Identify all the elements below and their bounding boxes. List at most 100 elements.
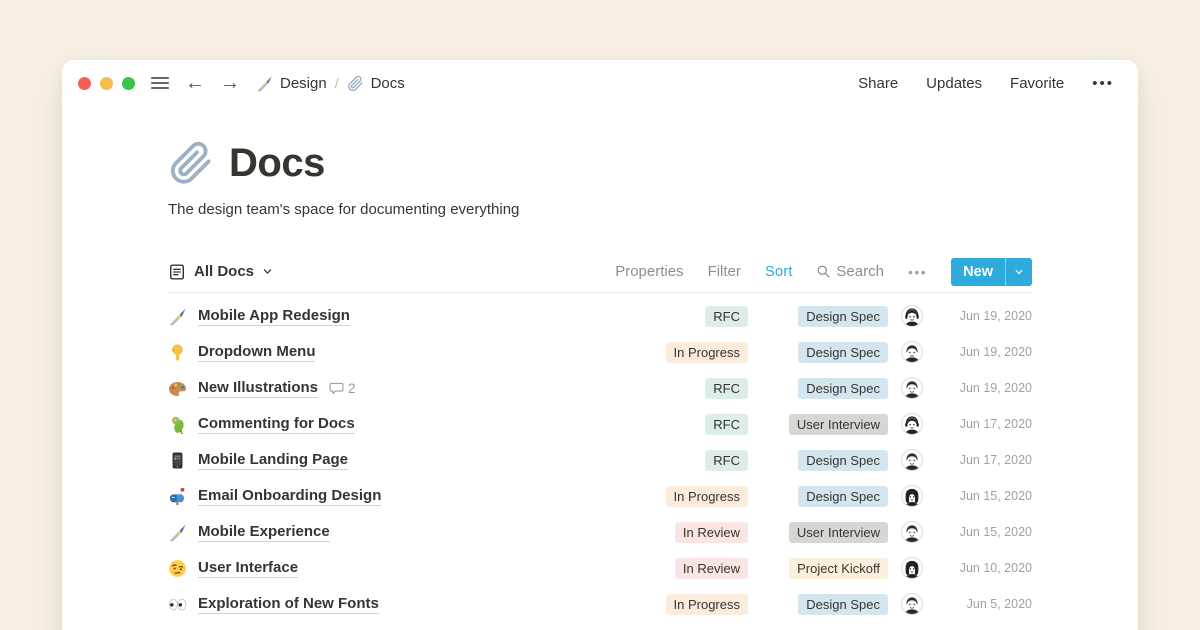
- avatar: [901, 413, 923, 435]
- status-badge[interactable]: RFC: [705, 414, 748, 435]
- docs-table: Mobile App Redesign RFC Design Spec Jun …: [168, 298, 1032, 622]
- doc-type-badge[interactable]: Design Spec: [798, 486, 888, 507]
- table-row[interactable]: Exploration of New Fonts In Progress Des…: [168, 586, 1032, 622]
- paintbrush-icon: [256, 75, 273, 92]
- doc-date: Jun 15, 2020: [936, 525, 1032, 539]
- doc-emoji-icon: [168, 307, 187, 326]
- table-row[interactable]: Mobile Experience In Review User Intervi…: [168, 514, 1032, 550]
- doc-title-link[interactable]: Mobile App Redesign: [198, 307, 350, 326]
- doc-title-link[interactable]: New Illustrations: [198, 379, 318, 398]
- avatar: [901, 593, 923, 615]
- table-row[interactable]: New Illustrations 2 RFC Design Spec Jun …: [168, 370, 1032, 406]
- doc-title-link[interactable]: Exploration of New Fonts: [198, 595, 379, 614]
- table-row[interactable]: User Interface In Review Project Kickoff…: [168, 550, 1032, 586]
- doc-date: Jun 19, 2020: [936, 309, 1032, 323]
- updates-button[interactable]: Updates: [926, 75, 982, 92]
- status-badge[interactable]: In Review: [675, 558, 748, 579]
- avatar: [901, 557, 923, 579]
- doc-emoji-icon: [168, 487, 187, 506]
- status-badge[interactable]: RFC: [705, 378, 748, 399]
- avatar: [901, 377, 923, 399]
- view-selector-label: All Docs: [194, 263, 254, 280]
- comment-count[interactable]: 2: [329, 381, 356, 396]
- avatar: [901, 485, 923, 507]
- search-button[interactable]: Search: [816, 263, 884, 280]
- breadcrumb-separator: /: [335, 75, 339, 91]
- breadcrumb-label: Docs: [371, 75, 405, 92]
- doc-emoji-icon: [168, 523, 187, 542]
- avatar: [901, 341, 923, 363]
- table-row[interactable]: Mobile Landing Page RFC Design Spec Jun …: [168, 442, 1032, 478]
- share-button[interactable]: Share: [858, 75, 898, 92]
- chevron-down-icon: [1014, 267, 1024, 277]
- doc-title-link[interactable]: Dropdown Menu: [198, 343, 315, 362]
- avatar: [901, 449, 923, 471]
- comment-count-value: 2: [348, 381, 356, 396]
- doc-date: Jun 17, 2020: [936, 417, 1032, 431]
- doc-date: Jun 5, 2020: [936, 597, 1032, 611]
- paperclip-icon: [347, 75, 364, 92]
- status-badge[interactable]: In Progress: [666, 486, 748, 507]
- doc-emoji-icon: [168, 595, 187, 614]
- doc-date: Jun 19, 2020: [936, 345, 1032, 359]
- sort-button[interactable]: Sort: [765, 263, 793, 280]
- sidebar-menu-button[interactable]: [150, 73, 170, 93]
- doc-type-badge[interactable]: Design Spec: [798, 306, 888, 327]
- doc-type-badge[interactable]: Design Spec: [798, 594, 888, 615]
- doc-type-badge[interactable]: Design Spec: [798, 378, 888, 399]
- table-row[interactable]: Email Onboarding Design In Progress Desi…: [168, 478, 1032, 514]
- status-badge[interactable]: In Review: [675, 522, 748, 543]
- status-badge[interactable]: In Progress: [666, 594, 748, 615]
- doc-title-link[interactable]: Commenting for Docs: [198, 415, 355, 434]
- status-badge[interactable]: RFC: [705, 450, 748, 471]
- forward-button[interactable]: →: [220, 73, 240, 93]
- doc-date: Jun 17, 2020: [936, 453, 1032, 467]
- doc-type-badge[interactable]: User Interview: [789, 522, 888, 543]
- more-options-button[interactable]: •••: [1092, 75, 1114, 92]
- doc-title-link[interactable]: Mobile Landing Page: [198, 451, 348, 470]
- new-button-label: New: [951, 258, 1005, 286]
- doc-type-badge[interactable]: Design Spec: [798, 342, 888, 363]
- doc-title-link[interactable]: Email Onboarding Design: [198, 487, 381, 506]
- titlebar: ← → Design / Docs Share Updates Favorite…: [62, 60, 1138, 106]
- doc-type-badge[interactable]: Project Kickoff: [789, 558, 888, 579]
- view-toolbar: All Docs Properties Filter Sort Search •…: [168, 251, 1032, 293]
- view-more-button[interactable]: •••: [908, 264, 927, 280]
- doc-emoji-icon: [168, 451, 187, 470]
- breadcrumb-item-docs[interactable]: Docs: [347, 75, 405, 92]
- minimize-window-button[interactable]: [100, 77, 113, 90]
- doc-title-link[interactable]: User Interface: [198, 559, 298, 578]
- new-button-dropdown[interactable]: [1006, 258, 1032, 286]
- breadcrumb: Design / Docs: [256, 75, 405, 92]
- filter-button[interactable]: Filter: [708, 263, 741, 280]
- doc-date: Jun 15, 2020: [936, 489, 1032, 503]
- status-badge[interactable]: In Progress: [666, 342, 748, 363]
- breadcrumb-label: Design: [280, 75, 327, 92]
- avatar: [901, 521, 923, 543]
- comment-bubble-icon: [329, 381, 344, 396]
- doc-type-badge[interactable]: Design Spec: [798, 450, 888, 471]
- table-row[interactable]: Mobile App Redesign RFC Design Spec Jun …: [168, 298, 1032, 334]
- doc-title-link[interactable]: Mobile Experience: [198, 523, 330, 542]
- doc-emoji-icon: [168, 559, 187, 578]
- chevron-down-icon: [262, 266, 273, 277]
- status-badge[interactable]: RFC: [705, 306, 748, 327]
- doc-type-badge[interactable]: User Interview: [789, 414, 888, 435]
- doc-date: Jun 10, 2020: [936, 561, 1032, 575]
- new-button[interactable]: New: [951, 258, 1032, 286]
- table-row[interactable]: Commenting for Docs RFC User Interview J…: [168, 406, 1032, 442]
- back-button[interactable]: ←: [185, 73, 205, 93]
- table-row[interactable]: Dropdown Menu In Progress Design Spec Ju…: [168, 334, 1032, 370]
- properties-button[interactable]: Properties: [615, 263, 683, 280]
- app-window: ← → Design / Docs Share Updates Favorite…: [62, 60, 1138, 630]
- zoom-window-button[interactable]: [122, 77, 135, 90]
- traffic-lights: [78, 77, 135, 90]
- page-icon-paperclip[interactable]: [168, 140, 214, 186]
- view-selector[interactable]: All Docs: [168, 263, 273, 281]
- page-subtitle: The design team's space for documenting …: [168, 201, 1032, 218]
- breadcrumb-item-design[interactable]: Design: [256, 75, 327, 92]
- search-icon: [816, 264, 831, 279]
- journal-icon: [168, 263, 186, 281]
- favorite-button[interactable]: Favorite: [1010, 75, 1064, 92]
- close-window-button[interactable]: [78, 77, 91, 90]
